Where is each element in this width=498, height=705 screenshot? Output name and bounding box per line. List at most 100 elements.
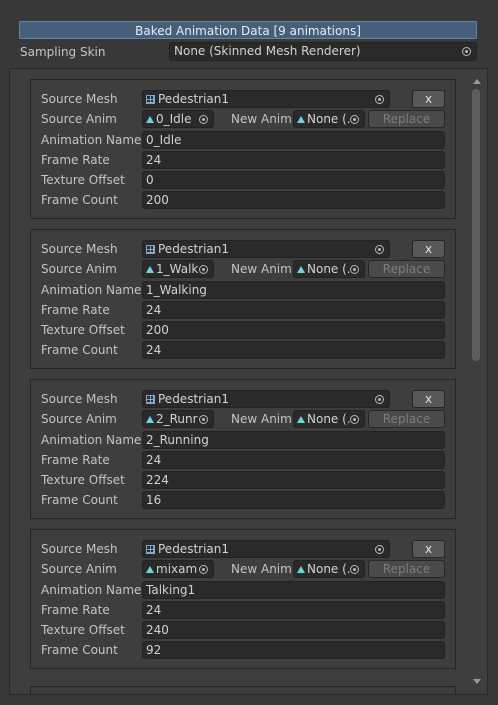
- animation-clip-icon: [297, 566, 305, 573]
- source-mesh-label: Source Mesh: [41, 542, 118, 556]
- animation-clip-icon: [146, 566, 154, 573]
- animation-entry: Source Mesh Pedestrian1 x Source Anim 1_…: [30, 229, 456, 369]
- vertical-scrollbar[interactable]: [467, 69, 487, 694]
- source-anim-label: Source Anim: [41, 112, 117, 126]
- new-anim-field[interactable]: None (.: [293, 560, 365, 578]
- source-mesh-label: Source Mesh: [41, 242, 118, 256]
- animation-clip-icon: [297, 266, 305, 273]
- replace-button[interactable]: Replace: [368, 410, 445, 428]
- replace-button[interactable]: Replace: [368, 110, 445, 128]
- object-picker-icon[interactable]: [459, 44, 474, 59]
- frame-count-input[interactable]: 24: [142, 341, 445, 359]
- source-anim-value: 0_Idle: [156, 112, 192, 126]
- animation-clip-icon: [146, 416, 154, 423]
- frame-rate-input[interactable]: 24: [142, 151, 445, 169]
- frame-count-input[interactable]: 16: [142, 491, 445, 509]
- mesh-grid-icon: [146, 245, 155, 254]
- mesh-grid-icon: [146, 545, 155, 554]
- object-picker-icon[interactable]: [196, 112, 211, 127]
- source-mesh-value: Pedestrian1: [158, 242, 230, 256]
- object-picker-icon[interactable]: [347, 412, 362, 427]
- mesh-grid-icon: [146, 95, 155, 104]
- object-picker-icon[interactable]: [372, 92, 387, 107]
- source-anim-field[interactable]: mixam: [142, 560, 214, 578]
- new-anim-field[interactable]: None (.: [293, 260, 365, 278]
- object-picker-icon[interactable]: [196, 562, 211, 577]
- object-picker-icon[interactable]: [372, 242, 387, 257]
- source-mesh-value: Pedestrian1: [158, 392, 230, 406]
- object-picker-icon[interactable]: [196, 412, 211, 427]
- texture-offset-label: Texture Offset: [41, 323, 125, 337]
- animation-entry: Source Mesh Pedestrian1 x Source Anim 0_…: [30, 79, 456, 219]
- frame-rate-input[interactable]: 24: [142, 301, 445, 319]
- replace-button[interactable]: Replace: [368, 260, 445, 278]
- new-anim-field[interactable]: None (.: [293, 110, 365, 128]
- scroll-up-arrow-icon[interactable]: [473, 79, 481, 84]
- new-anim-value: None (.: [307, 112, 351, 126]
- source-anim-label: Source Anim: [41, 562, 117, 576]
- frame-rate-label: Frame Rate: [41, 453, 110, 467]
- source-mesh-value: Pedestrian1: [158, 92, 230, 106]
- animation-name-input[interactable]: Talking1: [142, 581, 445, 599]
- object-picker-icon[interactable]: [196, 262, 211, 277]
- sampling-skin-value: None (Skinned Mesh Renderer): [174, 44, 361, 58]
- animation-name-label: Animation Name: [41, 283, 142, 297]
- new-anim-label: New Anim: [231, 112, 292, 126]
- animation-entry: Source Mesh Pedestrian1 x Source Anim 2_…: [30, 379, 456, 519]
- new-anim-field[interactable]: None (.: [293, 410, 365, 428]
- frame-rate-input[interactable]: 24: [142, 601, 445, 619]
- source-mesh-label: Source Mesh: [41, 92, 118, 106]
- mesh-grid-icon: [146, 395, 155, 404]
- remove-animation-button[interactable]: x: [412, 540, 445, 558]
- texture-offset-input[interactable]: 240: [142, 621, 445, 639]
- new-anim-label: New Anim: [231, 562, 292, 576]
- replace-button[interactable]: Replace: [368, 560, 445, 578]
- remove-animation-button[interactable]: x: [412, 390, 445, 408]
- frame-rate-label: Frame Rate: [41, 303, 110, 317]
- source-mesh-field[interactable]: Pedestrian1: [142, 540, 390, 558]
- source-anim-value: mixam: [156, 562, 198, 576]
- new-anim-value: None (.: [307, 412, 351, 426]
- animation-name-input[interactable]: 2_Running: [142, 431, 445, 449]
- remove-animation-button[interactable]: x: [412, 240, 445, 258]
- object-picker-icon[interactable]: [347, 262, 362, 277]
- source-mesh-field[interactable]: Pedestrian1: [142, 390, 390, 408]
- animation-name-label: Animation Name: [41, 583, 142, 597]
- scroll-thumb[interactable]: [472, 89, 480, 361]
- source-mesh-value: Pedestrian1: [158, 542, 230, 556]
- baked-animation-header[interactable]: Baked Animation Data [9 animations]: [19, 21, 477, 39]
- frame-count-input[interactable]: 200: [142, 191, 445, 209]
- sampling-skin-field[interactable]: None (Skinned Mesh Renderer): [169, 42, 477, 61]
- source-anim-label: Source Anim: [41, 262, 117, 276]
- frame-rate-input[interactable]: 24: [142, 451, 445, 469]
- object-picker-icon[interactable]: [347, 112, 362, 127]
- source-mesh-field[interactable]: Pedestrian1: [142, 240, 390, 258]
- animation-clip-icon: [146, 116, 154, 123]
- object-picker-icon[interactable]: [372, 392, 387, 407]
- source-mesh-label: Source Mesh: [41, 392, 118, 406]
- animation-name-input[interactable]: 0_Idle: [142, 131, 445, 149]
- remove-animation-button[interactable]: x: [412, 90, 445, 108]
- animation-name-input[interactable]: 1_Walking: [142, 281, 445, 299]
- object-picker-icon[interactable]: [347, 562, 362, 577]
- new-anim-value: None (.: [307, 562, 351, 576]
- source-anim-field[interactable]: 1_Walk: [142, 260, 214, 278]
- frame-rate-label: Frame Rate: [41, 603, 110, 617]
- animation-entry: Source Mesh Pedestrian1 x Source Anim mi…: [30, 529, 456, 669]
- frame-count-label: Frame Count: [41, 493, 118, 507]
- animations-scroll-panel[interactable]: Source Mesh Pedestrian1 x Source Anim 0_…: [9, 68, 488, 695]
- object-picker-icon[interactable]: [372, 542, 387, 557]
- sampling-skin-label: Sampling Skin: [20, 45, 106, 59]
- source-anim-field[interactable]: 2_Runr: [142, 410, 214, 428]
- frame-count-label: Frame Count: [41, 343, 118, 357]
- source-anim-label: Source Anim: [41, 412, 117, 426]
- texture-offset-input[interactable]: 224: [142, 471, 445, 489]
- frame-count-input[interactable]: 92: [142, 641, 445, 659]
- scroll-down-arrow-icon[interactable]: [473, 679, 481, 684]
- frame-count-label: Frame Count: [41, 193, 118, 207]
- animation-clip-icon: [146, 266, 154, 273]
- source-mesh-field[interactable]: Pedestrian1: [142, 90, 390, 108]
- texture-offset-input[interactable]: 200: [142, 321, 445, 339]
- source-anim-field[interactable]: 0_Idle: [142, 110, 214, 128]
- texture-offset-input[interactable]: 0: [142, 171, 445, 189]
